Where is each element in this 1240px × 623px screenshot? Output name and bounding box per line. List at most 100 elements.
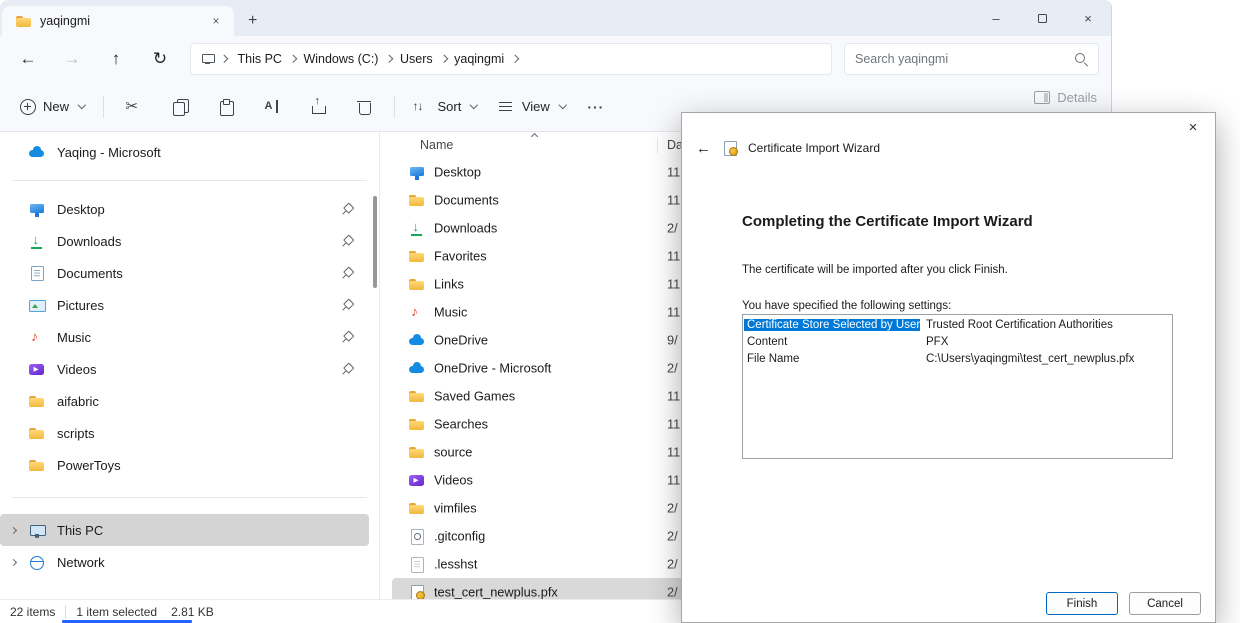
chevron-down-icon — [78, 101, 86, 109]
new-button[interactable]: New — [10, 92, 95, 122]
folder-icon — [15, 13, 32, 29]
toolbar-action-button[interactable] — [342, 89, 386, 125]
name-column-header[interactable]: Name — [420, 138, 453, 152]
pin-icon — [340, 299, 353, 312]
toolbar-actions — [112, 89, 386, 125]
chevron-right-icon[interactable] — [385, 55, 393, 63]
gear-file-icon — [408, 528, 425, 544]
toolbar-action-button[interactable] — [112, 89, 156, 125]
chevron-right-icon[interactable] — [289, 55, 297, 63]
new-label: New — [43, 99, 69, 114]
file-date: 11 — [667, 277, 680, 292]
sort-label: Sort — [438, 99, 462, 114]
minimize-button[interactable]: – — [973, 0, 1019, 36]
chevron-right-icon[interactable] — [439, 55, 447, 63]
sidebar-item[interactable]: Pictures — [0, 289, 369, 321]
folder-icon — [408, 416, 425, 432]
toolbar-action-button[interactable] — [296, 89, 340, 125]
finish-button[interactable]: Finish — [1046, 592, 1118, 615]
setting-value: C:\Users\yaqingmi\test_cert_newplus.pfx — [920, 353, 1171, 365]
cancel-button[interactable]: Cancel — [1129, 592, 1201, 615]
selection-info: 1 item selected 2.81 KB — [76, 605, 213, 619]
chevron-right-icon[interactable] — [511, 55, 519, 63]
address-bar[interactable]: This PC Windows (C:) Users yaqingmi — [190, 43, 832, 75]
view-button[interactable]: View — [487, 91, 575, 123]
chevron-right-icon[interactable] — [10, 526, 17, 533]
breadcrumb-label[interactable]: This PC — [233, 50, 287, 68]
explorer-tab[interactable]: yaqingmi × — [2, 6, 234, 36]
dialog-close-button[interactable]: × — [1179, 117, 1207, 137]
sidebar-item[interactable]: Network — [0, 546, 369, 578]
file-name: test_cert_newplus.pfx — [434, 585, 558, 600]
sidebar-item[interactable]: Documents — [0, 257, 369, 289]
settings-row[interactable]: File Name C:\Users\yaqingmi\test_cert_ne… — [744, 350, 1171, 367]
back-button[interactable]: ← — [6, 43, 50, 75]
toolbar-action-button[interactable] — [250, 89, 294, 125]
sidebar-item-onedrive[interactable]: Yaqing - Microsoft — [0, 136, 369, 168]
settings-row[interactable]: Certificate Store Selected by User Trust… — [744, 316, 1171, 333]
sidebar-item[interactable]: This PC — [0, 514, 369, 546]
file-date: 11 — [667, 417, 680, 432]
pin-icon — [340, 235, 353, 248]
maximize-icon — [1038, 14, 1047, 23]
file-name: Favorites — [434, 249, 487, 264]
breadcrumb-label[interactable]: Users — [395, 50, 438, 68]
cloud-icon — [408, 360, 425, 376]
forward-button[interactable]: → — [50, 43, 94, 75]
setting-value: Trusted Root Certification Authorities — [920, 319, 1171, 331]
sidebar-item[interactable]: Music — [0, 321, 369, 353]
wizard-back-button[interactable]: ← — [696, 140, 711, 157]
sort-ascending-icon — [531, 133, 538, 140]
refresh-button[interactable]: ↻ — [138, 43, 182, 75]
sort-button[interactable]: Sort — [403, 91, 487, 123]
sidebar-item[interactable]: Downloads — [0, 225, 369, 257]
details-pane-button[interactable]: Details — [1034, 90, 1097, 105]
sidebar-item[interactable]: scripts — [0, 417, 369, 449]
toolbar-action-button[interactable] — [204, 89, 248, 125]
settings-table[interactable]: Certificate Store Selected by User Trust… — [742, 314, 1173, 459]
pin-icon — [340, 203, 353, 216]
tab-title: yaqingmi — [40, 14, 198, 28]
sidebar-item[interactable]: aifabric — [0, 385, 369, 417]
sidebar-item-label: scripts — [57, 426, 95, 441]
column-divider[interactable] — [657, 137, 658, 153]
search-input[interactable]: Search yaqingmi — [844, 43, 1099, 75]
folder-icon — [28, 393, 45, 409]
file-name: Desktop — [434, 165, 481, 180]
thispc-icon — [28, 522, 45, 538]
search-placeholder: Search yaqingmi — [855, 52, 1066, 66]
item-count: 22 items — [10, 605, 55, 619]
breadcrumb: This PC Windows (C:) Users yaqingmi — [233, 50, 521, 68]
up-button[interactable]: ↑ — [94, 43, 138, 75]
settings-row[interactable]: Content PFX — [744, 333, 1171, 350]
chevron-right-icon[interactable] — [10, 558, 17, 565]
breadcrumb-label[interactable]: Windows (C:) — [298, 50, 383, 68]
sidebar-item[interactable]: PowerToys — [0, 449, 369, 481]
this-pc-icon — [201, 53, 215, 65]
copy-icon — [171, 98, 189, 116]
file-date: 11 — [667, 473, 680, 488]
sidebar-item-label: Music — [57, 330, 91, 345]
close-button[interactable]: × — [1065, 0, 1111, 36]
tab-close-icon[interactable]: × — [206, 11, 226, 31]
file-name: source — [434, 445, 472, 460]
breadcrumb-label[interactable]: yaqingmi — [449, 50, 509, 68]
music-icon — [408, 304, 425, 320]
folder-icon — [28, 457, 45, 473]
status-divider — [65, 605, 66, 619]
navigation-bar: ← → ↑ ↻ This PC Windows (C:) U — [0, 36, 1111, 82]
file-name: Saved Games — [434, 389, 515, 404]
setting-key: Certificate Store Selected by User — [744, 319, 920, 331]
wizard-heading: Completing the Certificate Import Wizard — [742, 213, 1175, 230]
maximize-button[interactable] — [1019, 0, 1065, 36]
breadcrumb-item: yaqingmi — [449, 50, 521, 68]
new-tab-button[interactable]: + — [248, 12, 257, 30]
sidebar-scrollbar[interactable] — [373, 196, 377, 288]
toolbar-action-button[interactable] — [158, 89, 202, 125]
sidebar-item[interactable]: Desktop — [0, 193, 369, 225]
search-icon — [1074, 52, 1088, 66]
more-options-button[interactable]: ··· — [575, 99, 616, 115]
sidebar-item-label: Network — [57, 555, 105, 570]
sidebar-item[interactable]: Videos — [0, 353, 369, 385]
window-controls: – × — [973, 0, 1111, 36]
